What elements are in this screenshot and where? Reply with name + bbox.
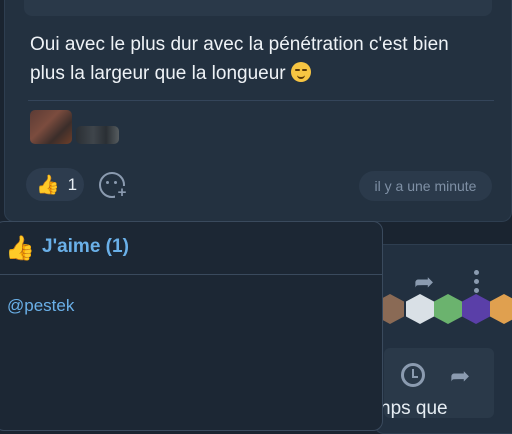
share-icon-2[interactable]: ➦ bbox=[450, 362, 470, 391]
message-text: Oui avec le plus dur avec la pénétration… bbox=[30, 34, 449, 84]
quoted-message-strip[interactable] bbox=[24, 0, 492, 16]
likes-popup: 👍 J'aime (1) @pestek bbox=[0, 221, 383, 431]
more-vertical-icon[interactable] bbox=[474, 270, 480, 294]
like-reaction-button[interactable]: 👍 1 bbox=[26, 168, 84, 201]
likes-popup-header: 👍 J'aime (1) bbox=[0, 222, 382, 275]
avatar[interactable] bbox=[462, 294, 490, 324]
thumbs-up-icon: 👍 bbox=[5, 235, 35, 262]
timestamp-badge: il y a une minute bbox=[359, 171, 492, 201]
share-icon[interactable]: ➦ bbox=[414, 268, 434, 297]
second-post-partial-text: nps que bbox=[380, 398, 448, 419]
smirk-emoji-icon bbox=[290, 62, 311, 82]
history-icon[interactable] bbox=[401, 363, 425, 387]
avatar[interactable] bbox=[406, 294, 434, 324]
reaction-avatars bbox=[376, 294, 512, 328]
divider bbox=[28, 100, 494, 101]
image-attachment-thumbnail-2[interactable] bbox=[76, 126, 119, 144]
liker-username-link[interactable]: @pestek bbox=[7, 296, 74, 316]
message-text-container: Oui avec le plus dur avec la pénétration… bbox=[30, 30, 470, 88]
avatar[interactable] bbox=[490, 294, 512, 324]
add-reaction-plus-icon: + bbox=[115, 185, 129, 200]
reaction-count: 1 bbox=[67, 174, 78, 194]
thumbs-up-icon: 👍 bbox=[36, 174, 60, 196]
likes-popup-title: J'aime (1) bbox=[42, 236, 129, 257]
image-attachment-thumbnail[interactable] bbox=[30, 110, 72, 144]
avatar[interactable] bbox=[434, 294, 462, 324]
